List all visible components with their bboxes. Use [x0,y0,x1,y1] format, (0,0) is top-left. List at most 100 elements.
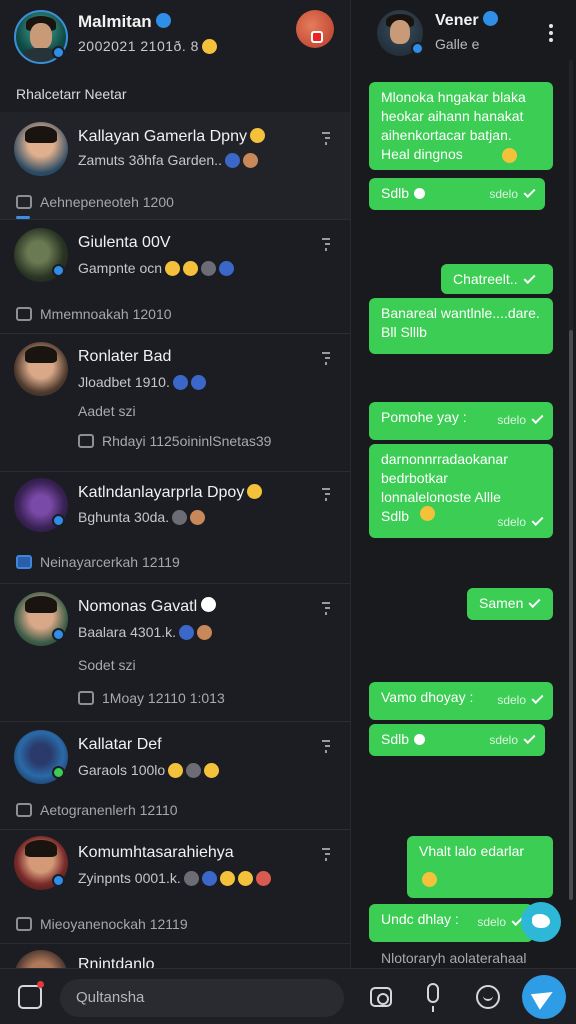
message-bubble[interactable]: Banareal wantlnle....dare. Bll Slllb [369,298,553,354]
message-bubble[interactable]: Mlonoka hngakar blaka heokar aihann hana… [369,82,553,170]
record-button[interactable] [296,10,334,48]
chat-item[interactable]: Giulenta 00V Gampnte ocn Mmemnoakah 1201… [0,220,350,334]
chat-item[interactable]: Komumhtasarahiehya Zyinpnts 0001.k. Mieo… [0,830,350,944]
chat-preview: Garaols 100lo [78,762,220,779]
attachment-icon [78,691,94,706]
send-button[interactable] [522,975,566,1019]
chat-item[interactable]: Kallayan Gamerla Dpny Zamuts 3ðhfa Garde… [0,112,350,220]
read-tick-icon [531,411,544,425]
online-icon [52,766,65,779]
message-bubble[interactable]: Vamo dhoyay : sdelo [369,682,553,720]
notification-dot [37,981,44,988]
chat-name: Rnintdanlo [78,956,155,968]
read-tick-icon [531,691,544,705]
bottom-bar: Qultansha [0,968,576,1024]
chat-preview: Jloadbet 1910. [78,374,206,391]
read-tick-icon [523,271,536,285]
my-name: Malmitan [78,12,171,32]
smile-emoji-icon [201,38,217,54]
emoji-icon [502,148,517,163]
message-bubble[interactable]: Sdlb sdelo [369,178,545,210]
contact-name: Vener [435,11,498,30]
chat-name: Nomonas Gavatl [78,597,217,616]
conversation-footnote: Nlotoraryh aolaterahaal [381,950,527,966]
verified-icon [52,514,65,527]
chat-subline: Aadet szi [78,403,136,419]
search-input[interactable]: Qultansha [60,979,344,1017]
chat-name: Katlndanlayarprla Dpoy [78,484,263,502]
chat-preview: Baalara 4301.k. [78,624,213,641]
message-bubble[interactable]: darnonnrradaokanar bedrbotkar lonnalelon… [369,444,553,538]
active-indicator [16,216,30,219]
chat-preview: Zyinpnts 0001.k. [78,870,271,887]
message-bubble[interactable]: Sdlb sdelo [369,724,545,756]
verified-icon [155,13,171,29]
chat-preview: Gampnte ocn [78,260,235,277]
more-icon[interactable] [322,488,332,502]
read-tick-icon [523,185,536,199]
sticker-icon[interactable] [476,985,500,1009]
chat-name: Giulenta 00V [78,234,171,251]
chat-attachment: 1Moay 12110 1:013 [78,690,225,706]
emoji-icon [420,506,435,521]
message-bubble[interactable]: Vhalt lalo edarlar [407,836,553,898]
verified-icon [482,11,498,27]
read-tick-icon [528,595,541,609]
scrollbar-thumb[interactable] [569,330,573,900]
contact-status: Galle e [435,36,480,52]
verified-icon [52,264,65,277]
chat-avatar [14,950,68,968]
chat-name: Komumhtasarahiehya [78,844,234,861]
chat-meta: Aehnepeneoteh 1200 [16,194,174,210]
chat-item[interactable]: Nomonas Gavatl Baalara 4301.k. Sodet szi… [0,584,350,722]
bird-fab-icon[interactable] [521,902,561,942]
more-icon[interactable] [322,132,332,146]
menu-icon[interactable] [549,24,553,45]
verified-icon [52,874,65,887]
mic-icon[interactable] [427,983,439,1012]
search-placeholder: Qultansha [76,989,145,1006]
chat-meta: Aetogranenlerh 12110 [16,802,178,818]
chat-list-header: Malmitan 2002021 2101ð. 8 [0,0,350,78]
chat-list-pane: Malmitan 2002021 2101ð. 8 Rhalcetarr Nee… [0,0,350,968]
chat-attachment: Rhdayi 1125oininlSnetas39 [78,433,271,449]
chat-item[interactable]: Ronlater Bad Jloadbet 1910. Aadet szi Rh… [0,334,350,472]
folder-icon [16,555,32,570]
play-icon [414,733,426,745]
play-icon [414,187,426,199]
emoji-icon [422,872,437,887]
chat-item[interactable]: Rnintdanlo [0,944,350,968]
message-bubble[interactable]: Samen [467,588,553,620]
verified-icon [52,46,65,59]
chat-subline: Sodet szi [78,657,136,673]
camera-icon[interactable] [370,987,392,1007]
message-bubble[interactable]: Chatreelt.. [441,264,553,294]
section-title: Rhalcetarr Neetar [16,86,127,102]
folder-icon [16,307,32,322]
conversation-pane: Vener Galle e Mlonoka hngakar blaka heok… [350,0,576,968]
chat-name: Kallayan Gamerla Dpny [78,128,265,146]
my-status: 2002021 2101ð. 8 [78,38,217,55]
chat-preview: Bghunta 30da. [78,509,206,526]
folder-icon [16,803,32,818]
chat-avatar [14,342,68,396]
more-icon[interactable] [322,602,332,616]
message-bubble[interactable]: Pomohe yay : sdelo [369,402,553,440]
more-icon[interactable] [322,740,332,754]
chat-item[interactable]: Kallatar Def Garaols 100lo Aetogranenler… [0,722,350,830]
record-icon [311,31,323,43]
chat-item[interactable]: Katlndanlayarprla Dpoy Bghunta 30da. Nei… [0,472,350,584]
folder-icon [16,917,32,932]
more-icon[interactable] [322,352,332,366]
read-tick-icon [523,731,536,745]
more-icon[interactable] [322,238,332,252]
compose-icon[interactable] [18,985,42,1009]
read-tick-icon [531,513,544,527]
chat-avatar [14,122,68,176]
more-icon[interactable] [322,848,332,862]
message-bubble[interactable]: Undc dhlay : sdelo [369,904,533,942]
chat-name: Ronlater Bad [78,348,172,365]
verified-icon [52,628,65,641]
emoji-icon [249,128,265,144]
attachment-icon [78,434,94,449]
